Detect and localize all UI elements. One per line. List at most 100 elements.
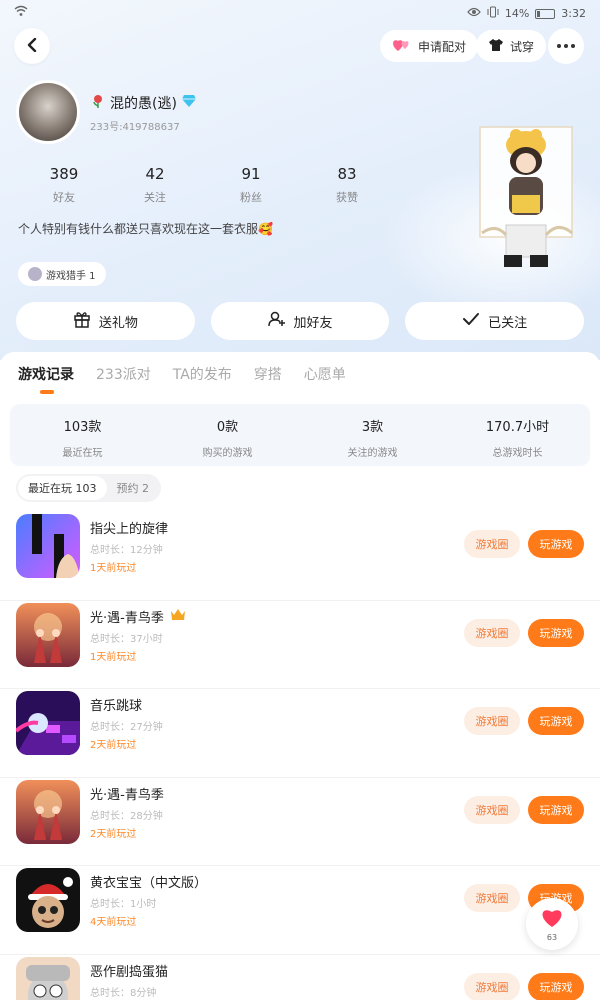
- game-name: 黄衣宝宝（中文版）: [90, 876, 208, 891]
- add-friend-label: 加好友: [293, 315, 333, 331]
- stat-following[interactable]: 42 关注: [102, 165, 208, 205]
- play-game-button[interactable]: 玩游戏: [528, 530, 584, 558]
- game-circle-button[interactable]: 游戏圈: [464, 795, 520, 824]
- chevron-left-icon: [26, 37, 38, 56]
- character-avatar-figure[interactable]: [476, 125, 576, 275]
- game-playtime: 总时长：12分钟: [90, 545, 163, 556]
- subtab-reserved[interactable]: 预约 2: [107, 476, 160, 500]
- stat-friends[interactable]: 389 好友: [16, 165, 112, 205]
- achievement-tag[interactable]: 游戏猎手 1: [18, 262, 106, 286]
- list-item[interactable]: 音乐跳球 总时长：27分钟 2天前玩过 游戏圈 玩游戏: [0, 689, 600, 778]
- game-circle-button[interactable]: 游戏圈: [464, 530, 520, 558]
- stat-label: 粉丝: [240, 191, 262, 204]
- game-circle-button[interactable]: 游戏圈: [464, 884, 520, 912]
- more-button[interactable]: [548, 28, 584, 64]
- game-icon: [16, 514, 80, 578]
- game-summary: 103款 最近在玩 0款 购买的游戏 3款 关注的游戏 170.7小时 总游戏时…: [10, 404, 590, 466]
- hearts-icon: [392, 37, 412, 56]
- heart-icon: [540, 906, 564, 932]
- play-game-button[interactable]: 玩游戏: [528, 972, 584, 1000]
- game-circle-button[interactable]: 游戏圈: [464, 618, 520, 647]
- badge-icon: [28, 267, 42, 281]
- profile-tabs: 游戏记录 233派对 TA的发布 穿搭 心愿单: [18, 364, 346, 394]
- play-game-button[interactable]: 玩游戏: [528, 618, 584, 647]
- game-icon: [16, 779, 80, 844]
- tab-game-records[interactable]: 游戏记录: [18, 364, 74, 394]
- send-gift-label: 送礼物: [98, 315, 138, 331]
- nickname: 混的愚(逃): [110, 96, 177, 112]
- summary-purchased[interactable]: 0款 购买的游戏: [155, 404, 300, 466]
- tab-233-party[interactable]: 233派对: [96, 364, 151, 384]
- summary-value: 170.7小时: [485, 420, 550, 435]
- game-circle-button[interactable]: 游戏圈: [464, 972, 520, 1000]
- stat-fans[interactable]: 91 粉丝: [198, 165, 304, 205]
- add-user-icon: [267, 310, 286, 332]
- game-last-played: 1天前玩过: [90, 651, 137, 663]
- bio: 个人特别有钱什么都送只喜欢现在这一套衣服🥰: [18, 222, 273, 236]
- summary-value: 0款: [216, 420, 239, 435]
- action-buttons: 送礼物 加好友 已关注: [16, 302, 585, 340]
- eye-icon: [467, 7, 481, 20]
- list-item[interactable]: 黄衣宝宝（中文版） 总时长：1小时 4天前玩过 游戏圈 玩游戏: [0, 866, 600, 955]
- list-item[interactable]: 指尖上的旋律 总时长：12分钟 1天前玩过 游戏圈 玩游戏: [0, 512, 600, 601]
- summary-label: 最近在玩: [62, 448, 103, 459]
- game-name: 光·遇-青鸟季: [90, 607, 186, 626]
- game-playtime: 总时长：8分钟: [90, 987, 157, 999]
- stat-value: 91: [241, 165, 261, 183]
- add-friend-button[interactable]: 加好友: [210, 302, 390, 340]
- game-name: 光·遇-青鸟季: [90, 787, 164, 803]
- tab-posts[interactable]: TA的发布: [173, 364, 232, 384]
- game-last-played: 2天前玩过: [90, 828, 137, 840]
- list-item[interactable]: 光·遇-青鸟季 总时长：37小时 1天前玩过 游戏圈 玩游戏: [0, 601, 600, 689]
- list-item[interactable]: 恶作剧捣蛋猫 总时长：8分钟 游戏圈 玩游戏: [0, 955, 600, 1000]
- try-on-label: 试穿: [510, 39, 535, 54]
- game-last-played: 1天前玩过: [90, 563, 137, 574]
- summary-value: 103款: [63, 420, 102, 435]
- apply-match-label: 申请配对: [418, 39, 467, 54]
- game-last-played: 2天前玩过: [90, 740, 137, 751]
- crown-badge-icon: [170, 607, 186, 625]
- stat-likes[interactable]: 83 获赞: [294, 165, 400, 205]
- list-item[interactable]: 光·遇-青鸟季 总时长：28分钟 2天前玩过 游戏圈 玩游戏: [0, 778, 600, 866]
- floating-like-button[interactable]: 63: [526, 898, 578, 950]
- user-id: 233号:419788637: [90, 122, 180, 133]
- game-playtime: 总时长：1小时: [90, 899, 157, 910]
- content-panel: 游戏记录 233派对 TA的发布 穿搭 心愿单 103款 最近在玩 0款 购买的…: [0, 352, 600, 1000]
- tab-outfits[interactable]: 穿搭: [254, 364, 282, 384]
- game-icon: [16, 956, 80, 1000]
- followed-button[interactable]: 已关注: [405, 302, 585, 340]
- stat-value: 83: [337, 165, 357, 183]
- back-button[interactable]: [14, 28, 50, 64]
- send-gift-button[interactable]: 送礼物: [16, 302, 195, 340]
- game-icon: [16, 602, 80, 667]
- tab-wishlist[interactable]: 心愿单: [304, 364, 346, 384]
- nickname-row: 混的愚(逃): [90, 93, 197, 113]
- game-circle-button[interactable]: 游戏圈: [464, 707, 520, 735]
- subtab-recent[interactable]: 最近在玩 103: [18, 476, 107, 500]
- game-playtime: 总时长：28分钟: [90, 810, 163, 822]
- play-game-button[interactable]: 玩游戏: [528, 707, 584, 735]
- game-subtabs: 最近在玩 103 预约 2: [16, 474, 161, 502]
- game-name: 音乐跳球: [90, 699, 143, 714]
- tag-label: 游戏猎手 1: [46, 270, 96, 282]
- game-name: 恶作剧捣蛋猫: [90, 964, 169, 980]
- summary-recent[interactable]: 103款 最近在玩: [10, 404, 155, 466]
- clock: 3:32: [561, 7, 586, 20]
- try-on-button[interactable]: 试穿: [476, 30, 547, 62]
- gift-icon: [73, 310, 91, 332]
- game-playtime: 总时长：27分钟: [90, 722, 163, 733]
- apply-match-button[interactable]: 申请配对: [380, 30, 479, 62]
- diamond-icon: [181, 94, 197, 112]
- summary-total-time[interactable]: 170.7小时 总游戏时长: [445, 404, 590, 466]
- battery-icon: [535, 8, 556, 19]
- tshirt-icon: [488, 38, 504, 55]
- profile-stats: 389 好友 42 关注 91 粉丝 83 获赞: [16, 165, 416, 205]
- game-icon: [16, 691, 80, 755]
- summary-followed[interactable]: 3款 关注的游戏: [300, 404, 445, 466]
- avatar[interactable]: [16, 80, 80, 144]
- check-icon: [462, 312, 480, 330]
- stat-value: 389: [49, 165, 79, 183]
- play-game-button[interactable]: 玩游戏: [528, 795, 584, 824]
- more-dots-icon: [557, 44, 561, 48]
- summary-value: 3款: [361, 420, 384, 435]
